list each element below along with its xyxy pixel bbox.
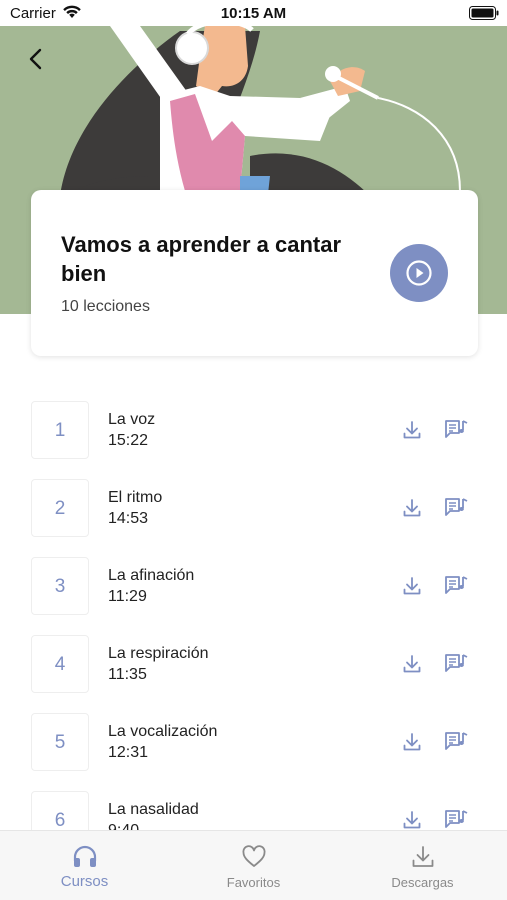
lesson-row[interactable]: 3 La afinación 11:29 [0, 557, 507, 617]
lesson-number: 4 [31, 635, 89, 693]
lesson-number: 6 [31, 791, 89, 830]
lesson-number: 3 [31, 557, 89, 615]
lesson-title: La vocalización [108, 723, 218, 740]
download-icon[interactable] [401, 419, 423, 441]
download-icon[interactable] [401, 809, 423, 830]
play-button[interactable] [390, 244, 448, 302]
lyrics-icon[interactable] [443, 652, 469, 676]
lesson-title: La respiración [108, 645, 209, 662]
tab-label: Descargas [391, 875, 454, 890]
lesson-duration: 11:29 [108, 588, 147, 605]
lyrics-icon[interactable] [443, 808, 469, 830]
lesson-duration: 15:22 [108, 432, 149, 449]
lesson-number: 2 [31, 479, 89, 537]
lesson-list: 1 La voz 15:22 2 El ritmo 14:53 3 La afi… [0, 400, 507, 830]
lyrics-icon[interactable] [443, 574, 469, 598]
back-button[interactable] [22, 44, 52, 74]
download-icon[interactable] [401, 497, 423, 519]
download-icon[interactable] [401, 653, 423, 675]
lesson-number: 1 [31, 401, 89, 459]
lesson-duration: 9:40 [108, 822, 139, 830]
download-icon [412, 846, 433, 867]
battery-icon [469, 6, 499, 20]
tab-favoritos[interactable]: Favoritos [169, 831, 338, 900]
headphones-icon [73, 845, 96, 867]
lesson-row[interactable]: 2 El ritmo 14:53 [0, 479, 507, 539]
lesson-row[interactable]: 1 La voz 15:22 [0, 401, 507, 461]
lyrics-icon[interactable] [443, 730, 469, 754]
course-title: Vamos a aprender a cantar bien [61, 232, 342, 286]
lesson-duration: 12:31 [108, 744, 149, 761]
lesson-count: 10 lecciones [61, 298, 150, 315]
lyrics-icon[interactable] [443, 496, 469, 520]
lesson-title: La afinación [108, 567, 195, 584]
status-time: 10:15 AM [220, 5, 287, 22]
tab-cursos[interactable]: Cursos [0, 831, 169, 900]
lesson-title: La voz [108, 411, 156, 428]
tab-label: Favoritos [226, 875, 281, 890]
download-icon[interactable] [401, 731, 423, 753]
lesson-row[interactable]: 6 La nasalidad 9:40 [0, 791, 507, 830]
tab-bar: Cursos Favoritos Descargas [0, 830, 507, 900]
lesson-row[interactable]: 5 La vocalización 12:31 [0, 713, 507, 773]
course-card: Vamos a aprender a cantar bien 10 leccio… [31, 190, 478, 356]
tab-descargas[interactable]: Descargas [338, 831, 507, 900]
lyrics-icon[interactable] [443, 418, 469, 442]
heart-icon [242, 845, 265, 867]
chevron-left-icon [29, 48, 42, 70]
lesson-row[interactable]: 4 La respiración 11:35 [0, 635, 507, 695]
tab-label: Cursos [60, 873, 109, 890]
lesson-title: La nasalidad [108, 801, 199, 818]
lesson-duration: 11:35 [108, 666, 147, 683]
status-bar: Carrier 10:15 AM [0, 0, 507, 26]
lesson-duration: 14:53 [108, 510, 149, 527]
play-circle-icon [406, 260, 432, 286]
lesson-title: El ritmo [108, 489, 163, 506]
download-icon[interactable] [401, 575, 423, 597]
lesson-number: 5 [31, 713, 89, 771]
